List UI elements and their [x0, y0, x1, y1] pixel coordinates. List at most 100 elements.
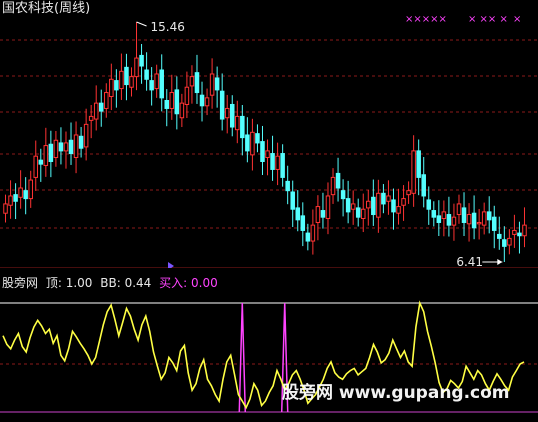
candle-body [159, 69, 164, 99]
candle-body [13, 194, 18, 202]
candle-body [335, 172, 341, 189]
candle-body [396, 206, 401, 214]
candle-body [43, 145, 49, 166]
candle-body [235, 115, 240, 131]
candle-body [18, 187, 23, 198]
indicator-label-buy: 买入: 0.00 [159, 276, 218, 290]
candle-body [431, 210, 437, 218]
candle-body [78, 135, 84, 149]
candle-body [416, 150, 421, 178]
signal-marker-group: × [513, 14, 521, 25]
signal-marker-group: ××××× [405, 14, 447, 25]
candle-body [406, 190, 411, 196]
candle-body [436, 215, 442, 223]
candle-body [250, 131, 255, 156]
candle-body [63, 142, 69, 152]
indicator-panel[interactable]: 股旁网 顶: 1.00 BB: 0.44 买入: 0.00 股旁网 www.gu… [0, 276, 538, 422]
low-marker-arrowhead [497, 259, 503, 265]
candlestick-panel[interactable]: 15.46 6.41 ××××× × ×× × × 国农科技(周线) [0, 0, 538, 268]
candle-body [522, 224, 527, 237]
candle-body [164, 99, 170, 109]
candle-body [179, 102, 185, 119]
high-marker-line [136, 21, 147, 27]
candle-body [401, 198, 406, 206]
candle-body [502, 239, 507, 247]
candlestick-chart[interactable]: 15.46 6.41 ××××× × ×× × × [0, 0, 538, 268]
candle-body [330, 176, 336, 196]
candle-body [199, 94, 205, 107]
candle-body [38, 159, 44, 165]
candle-body [240, 115, 245, 139]
candle-body [305, 232, 311, 242]
candle-body [466, 214, 472, 225]
candle-body [507, 237, 512, 246]
candle-body [129, 76, 134, 88]
candle-body [295, 207, 301, 221]
candle-body [204, 97, 210, 107]
high-value-label: 15.46 [151, 20, 185, 34]
candle-body [371, 196, 376, 216]
candle-body [189, 76, 195, 87]
candle-body [320, 210, 326, 218]
candle-body [8, 195, 13, 206]
candle-body [441, 211, 447, 220]
candle-body [300, 215, 306, 231]
candle-body [421, 174, 426, 197]
candle-body [260, 141, 265, 162]
candle-body [184, 86, 190, 105]
candle-body [229, 103, 235, 128]
candle-body [3, 203, 8, 214]
candle-body [134, 57, 139, 78]
indicator-header: 股旁网 顶: 1.00 BB: 0.44 买入: 0.00 [2, 276, 218, 290]
candle-body [93, 102, 99, 120]
candle-body [73, 134, 79, 159]
candle-body [366, 200, 371, 209]
candle-body [139, 54, 144, 67]
candle-body [104, 92, 109, 109]
candle-body [355, 207, 361, 218]
candle-body [194, 72, 200, 94]
candle-body [476, 221, 482, 225]
candle-body [33, 155, 39, 178]
candle-body [491, 216, 497, 231]
candle-body [461, 207, 467, 223]
candle-body [224, 107, 230, 119]
candle-body [174, 89, 180, 115]
candle-body [219, 90, 225, 120]
candle-body [114, 80, 119, 91]
candle-body [481, 211, 487, 226]
candle-body [345, 198, 351, 213]
indicator-label-top: 顶: 1.00 [45, 276, 93, 290]
candle-body [98, 102, 104, 112]
candle-body [119, 70, 124, 90]
indicator-label-bb: BB: 0.44 [100, 276, 152, 290]
candle-body [486, 211, 492, 221]
candle-body [376, 192, 381, 218]
buy-signal-spike [238, 302, 247, 413]
candle-body [28, 179, 33, 200]
candle-body [88, 115, 94, 121]
candle-body [290, 191, 295, 210]
candle-body [497, 233, 502, 239]
candle-body [124, 66, 129, 86]
candle-body [209, 73, 215, 96]
watermark: 股旁网 www.gupang.com [282, 383, 510, 403]
candle-body [325, 195, 331, 220]
candle-body [411, 150, 416, 194]
candle-body [381, 192, 386, 205]
candle-body [350, 203, 356, 210]
candle-body [245, 134, 250, 152]
candle-body [446, 214, 452, 226]
candle-body [58, 142, 64, 152]
candle-body [426, 199, 432, 210]
candle-body [255, 133, 260, 144]
candle-body [154, 73, 159, 90]
candle-body [83, 123, 89, 148]
chart-title: 国农科技(周线) [2, 1, 91, 16]
candle-body [144, 69, 149, 80]
candle-body [285, 180, 290, 192]
candle-body [517, 232, 522, 237]
candle-body [23, 190, 28, 200]
candle-body [68, 139, 74, 155]
low-value-label: 6.41 [456, 255, 483, 268]
